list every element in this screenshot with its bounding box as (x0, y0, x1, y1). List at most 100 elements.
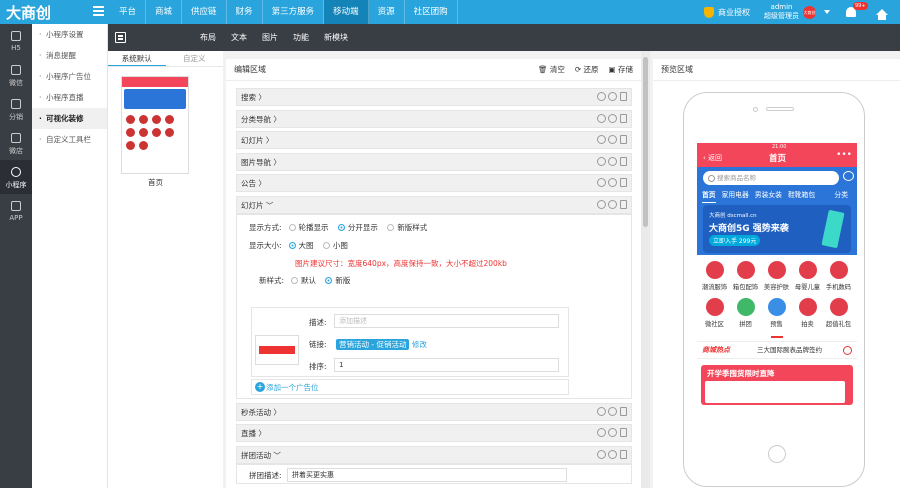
preview-banner[interactable]: 大商创 dscmall.cn 大商创5G 强势来袭 立即入手 299元 (697, 203, 857, 255)
radio-button[interactable] (325, 277, 333, 285)
radio-button[interactable] (288, 224, 296, 232)
trash-icon[interactable] (620, 156, 627, 166)
toolbar-item[interactable]: 新模块 (324, 24, 348, 51)
add-ad-slot-button[interactable]: 添加一个广告位 (251, 378, 569, 395)
move-down-icon[interactable] (608, 428, 617, 438)
link-edit[interactable]: 修改 (412, 340, 427, 349)
move-up-icon[interactable] (597, 178, 606, 188)
app-logo[interactable]: 大商创 (6, 2, 51, 23)
move-up-icon[interactable] (597, 113, 606, 123)
top-nav-item[interactable]: 社区团购 (405, 0, 458, 24)
toolbar-item[interactable]: 功能 (293, 24, 309, 51)
preview-grid-item[interactable]: 拍卖 (792, 297, 823, 334)
license-link[interactable]: 商业授权 (704, 6, 750, 18)
restore-button[interactable]: ⟳ 还原 (575, 59, 599, 81)
toolbar-item[interactable]: 图片 (262, 24, 278, 51)
move-down-icon[interactable] (608, 113, 617, 123)
module-row[interactable]: 图片导航 〉 (236, 152, 632, 171)
sub-menu-item[interactable]: 小程序设置 (32, 24, 107, 45)
more-icon[interactable]: ••• (836, 150, 852, 160)
sub-menu-item[interactable]: 小程序广告位 (32, 66, 107, 87)
template-tab[interactable]: 自定义 (166, 51, 224, 66)
module-row[interactable]: 搜索 〉 (236, 88, 632, 106)
order-input[interactable]: 1 (334, 357, 559, 372)
editor-scrollbar[interactable] (641, 51, 650, 488)
toolbar-item[interactable]: 文本 (231, 24, 247, 51)
left-nav-item[interactable]: APP (0, 194, 32, 228)
clear-button[interactable]: 🗑 清空 (538, 59, 565, 81)
sub-menu-item[interactable]: 小程序直播 (32, 87, 107, 108)
top-nav-item[interactable]: 移动端 (324, 0, 369, 24)
module-row[interactable]: 直播 〉 (236, 424, 632, 443)
radio-button[interactable] (387, 224, 395, 232)
move-up-icon[interactable] (597, 199, 606, 209)
preview-news[interactable]: 商城热点 三大国际腕表品牌签约 (697, 341, 857, 359)
avatar[interactable]: 大商创 (803, 5, 816, 19)
radio-button[interactable] (322, 242, 330, 250)
sub-menu-item[interactable]: 自定义工具栏 (32, 129, 107, 150)
module-row[interactable]: 分类导航 〉 (236, 109, 632, 128)
move-down-icon[interactable] (608, 449, 617, 459)
move-down-icon[interactable] (608, 135, 617, 145)
message-icon[interactable] (843, 171, 854, 181)
move-down-icon[interactable] (608, 156, 617, 166)
move-up-icon[interactable] (597, 428, 606, 438)
trash-icon[interactable] (620, 135, 627, 145)
module-row[interactable]: 秒杀活动 〉 (236, 402, 632, 421)
ad-image[interactable] (255, 334, 299, 365)
module-row[interactable]: 公告 〉 (236, 174, 632, 193)
radio-button[interactable] (291, 277, 299, 285)
move-down-icon[interactable] (608, 178, 617, 188)
left-nav-item[interactable]: 小程序 (0, 160, 32, 194)
home-icon[interactable] (876, 9, 888, 20)
move-up-icon[interactable] (597, 92, 606, 101)
move-up-icon[interactable] (597, 449, 606, 459)
sub-menu-item[interactable]: 可视化装修 (32, 108, 107, 129)
top-nav-item[interactable]: 商城 (146, 0, 183, 24)
trash-icon[interactable] (620, 428, 627, 438)
move-down-icon[interactable] (608, 406, 617, 416)
preview-grid-item[interactable]: 美容护肤 (761, 260, 792, 297)
preview-grid-item[interactable]: 预售 (761, 297, 792, 334)
top-nav-item[interactable]: 平台 (110, 0, 147, 24)
preview-category-tab[interactable]: 鞋靴箱包 (788, 189, 815, 203)
toolbar-item[interactable]: 布局 (200, 24, 216, 51)
trash-icon[interactable] (620, 406, 627, 416)
bell-icon[interactable]: 99+ (846, 2, 868, 17)
save-button[interactable]: ▣ 存储 (609, 59, 633, 81)
module-row[interactable]: 拼团活动 ﹀ (236, 445, 632, 464)
top-nav-item[interactable]: 财务 (227, 0, 263, 24)
back-link[interactable]: ‹ 返回 (703, 153, 722, 163)
trash-icon[interactable] (620, 449, 627, 459)
left-nav-item[interactable]: H5 (0, 24, 32, 58)
trash-icon[interactable] (620, 92, 627, 101)
group-desc-input[interactable]: 拼着买更实惠 (287, 467, 567, 482)
move-up-icon[interactable] (597, 156, 606, 166)
preview-grid-item[interactable]: 超值礼包 (823, 297, 854, 334)
chevron-down-icon[interactable] (824, 10, 830, 14)
menu-toggle-icon[interactable] (93, 6, 104, 17)
left-nav-item[interactable]: 微店 (0, 126, 32, 160)
left-nav-item[interactable]: 分销 (0, 92, 32, 126)
trash-icon[interactable] (620, 178, 627, 188)
preview-promo[interactable]: 开学季囤货限时直降 (701, 365, 853, 405)
move-up-icon[interactable] (597, 406, 606, 416)
left-nav-item[interactable]: 微信 (0, 58, 32, 92)
move-down-icon[interactable] (608, 199, 617, 209)
preview-search-input[interactable]: 搜索商品名称 (703, 171, 839, 185)
trash-icon[interactable] (620, 113, 627, 123)
user-info[interactable]: admin 超级管理员 (764, 3, 799, 21)
preview-category-tab[interactable]: 男装女装 (755, 189, 782, 203)
top-nav-item[interactable]: 供应链 (182, 0, 227, 24)
top-nav-item[interactable]: 资源 (369, 0, 405, 24)
sub-menu-item[interactable]: 消息提醒 (32, 45, 107, 66)
preview-grid-item[interactable]: 微社区 (699, 297, 730, 334)
preview-category-tab[interactable]: 家用电器 (722, 189, 749, 203)
preview-category-tab[interactable]: 首页 (702, 189, 716, 203)
top-nav-item[interactable]: 第三方服务 (263, 0, 325, 24)
template-thumbnail[interactable] (121, 76, 189, 174)
preview-grid-item[interactable]: 拼团 (730, 297, 761, 334)
radio-button[interactable] (288, 242, 296, 250)
template-tab[interactable]: 系统默认 (108, 51, 166, 66)
trash-icon[interactable] (620, 199, 627, 209)
